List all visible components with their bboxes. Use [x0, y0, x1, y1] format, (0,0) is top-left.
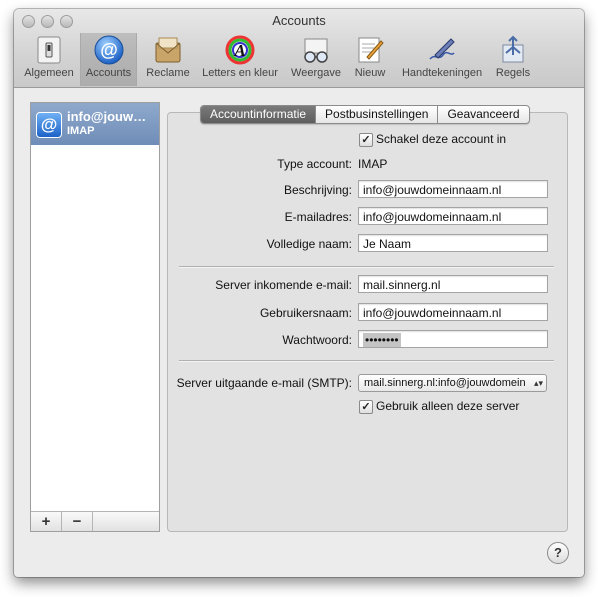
account-name: info@jouw… [67, 109, 147, 124]
remove-account-button[interactable]: − [62, 512, 93, 531]
enable-account-label: Schakel deze account in [376, 132, 507, 146]
toolbar-item-nieuw[interactable]: Nieuw [347, 35, 393, 85]
smtp-server-value: mail.sinnerg.nl:info@jouwdomein [364, 377, 526, 389]
switch-icon [34, 35, 64, 65]
window-title: Accounts [272, 13, 326, 28]
email-field[interactable]: info@jouwdomeinnaam.nl [358, 207, 548, 225]
description-label: Beschrijving: [283, 183, 352, 197]
toolbar-item-weergave[interactable]: Weergave [288, 35, 344, 85]
incoming-server-label: Server inkomende e-mail: [215, 278, 352, 292]
toolbar-item-reclame[interactable]: Reclame [140, 35, 196, 85]
tab-bar: Accountinformatie Postbusinstellingen Ge… [200, 105, 530, 124]
svg-text:@: @ [100, 40, 118, 60]
toolbar-item-accounts[interactable]: @ Accounts [80, 33, 137, 86]
toolbar: Accounts Algemeen @ Accounts Reclame A L… [14, 9, 584, 88]
at-sign-icon: @ [94, 35, 124, 65]
viewing-glasses-icon [301, 35, 331, 65]
password-dots: •••••••• [363, 333, 401, 347]
toolbar-item-handtekeningen[interactable]: Handtekeningen [396, 35, 488, 85]
account-list: @ info@jouw… IMAP + − [30, 102, 160, 532]
chevron-updown-icon: ▴▾ [533, 378, 543, 388]
username-label: Gebruikersnaam: [259, 306, 352, 320]
tab-accountinformatie[interactable]: Accountinformatie [201, 106, 316, 123]
rules-icon [498, 35, 528, 65]
toolbar-item-letters-en-kleur[interactable]: A Letters en kleur [197, 35, 283, 85]
account-list-item[interactable]: @ info@jouw… IMAP [31, 103, 159, 145]
smtp-label: Server uitgaande e-mail (SMTP): [176, 376, 352, 390]
toolbar-item-regels[interactable]: Regels [490, 35, 536, 85]
password-label: Wachtwoord: [282, 333, 352, 347]
svg-text:A: A [233, 41, 245, 60]
account-type-value: IMAP [358, 157, 388, 171]
toolbar-item-algemeen[interactable]: Algemeen [21, 35, 77, 85]
only-this-server-checkbox[interactable]: ✓ [359, 400, 373, 414]
fullname-field[interactable]: Je Naam [358, 234, 548, 252]
compose-icon [355, 35, 385, 65]
at-sign-icon: @ [36, 112, 62, 138]
password-field[interactable]: •••••••• [358, 330, 548, 348]
settings-panel [167, 112, 568, 532]
enable-account-checkbox[interactable]: ✓ [359, 133, 373, 147]
tab-geavanceerd[interactable]: Geavanceerd [437, 106, 528, 123]
incoming-server-field[interactable]: mail.sinnerg.nl [358, 275, 548, 293]
fonts-colors-icon: A [225, 35, 255, 65]
signature-pen-icon [427, 35, 457, 65]
separator [179, 360, 554, 362]
only-this-server-label: Gebruik alleen deze server [376, 399, 520, 413]
fullname-label: Volledige naam: [266, 237, 352, 251]
account-type-label: Type account: [277, 157, 352, 171]
email-label: E-mailadres: [284, 210, 352, 224]
help-button[interactable]: ? [547, 542, 569, 564]
add-account-button[interactable]: + [31, 512, 62, 531]
smtp-server-popup[interactable]: mail.sinnerg.nl:info@jouwdomein ▴▾ [358, 374, 547, 392]
account-type: IMAP [67, 125, 95, 137]
junk-mail-icon [153, 35, 183, 65]
preferences-window: Accounts Algemeen @ Accounts Reclame A L… [14, 9, 584, 577]
separator [179, 266, 554, 268]
description-field[interactable]: info@jouwdomeinnaam.nl [358, 180, 548, 198]
username-field[interactable]: info@jouwdomeinnaam.nl [358, 303, 548, 321]
tab-postbusinstellingen[interactable]: Postbusinstellingen [315, 106, 437, 123]
account-list-bottom-bar: + − [31, 511, 159, 531]
